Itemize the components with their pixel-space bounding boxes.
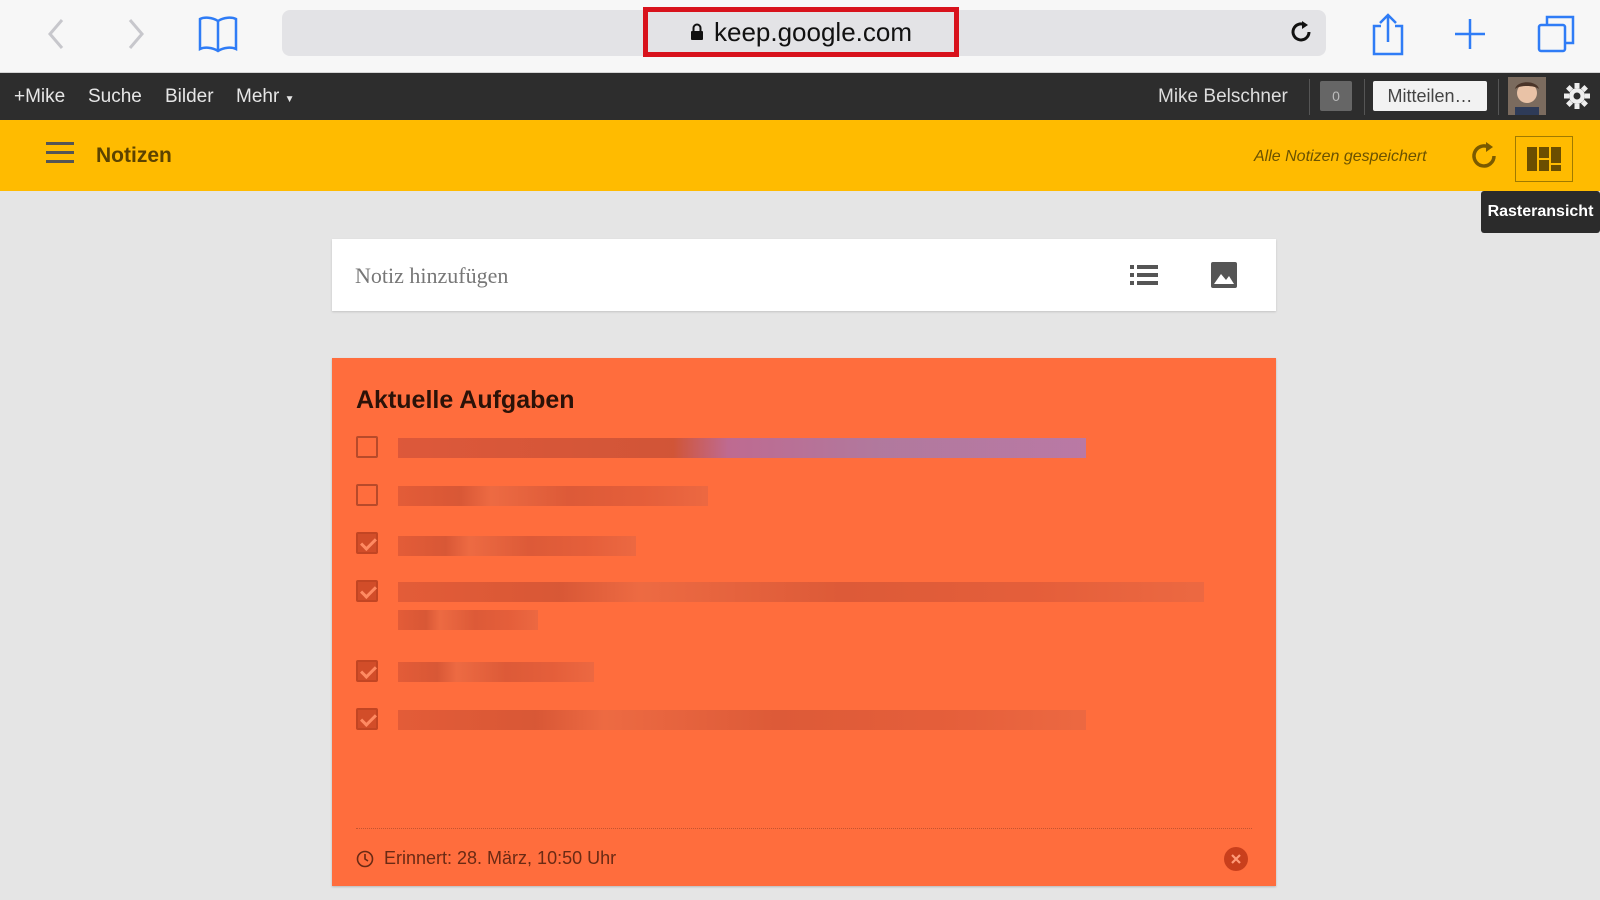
checklist-item-text: V [398, 532, 399, 533]
divider [356, 828, 1252, 829]
chevron-left-icon [48, 19, 64, 49]
pixelated-text [398, 486, 708, 506]
checkbox[interactable] [356, 484, 378, 506]
google-bar: +Mike Suche Bilder Mehr ▼ Mike Belschner… [0, 73, 1600, 120]
divider [1498, 79, 1499, 115]
plus-icon [1455, 19, 1485, 49]
pixelated-text [398, 536, 636, 556]
clock-icon [356, 850, 374, 867]
forward-button[interactable] [116, 14, 156, 54]
back-button[interactable] [36, 14, 76, 54]
gbar-link-images[interactable]: Bilder [165, 86, 214, 108]
checklist-item-text: E [398, 708, 399, 709]
avatar[interactable] [1508, 77, 1546, 115]
close-icon [1231, 854, 1241, 864]
url-highlight-box: keep.google.com [643, 7, 959, 57]
image-icon [1211, 262, 1237, 288]
checkbox[interactable] [356, 436, 378, 458]
reminder-text: Erinnert: 28. März, 10:50 Uhr [384, 848, 617, 868]
menu-icon[interactable] [46, 142, 74, 166]
checkbox-checked[interactable] [356, 532, 378, 554]
tabs-icon [1537, 15, 1575, 53]
save-status: Alle Notizen gespeichert [1254, 148, 1427, 165]
settings-button[interactable] [1562, 81, 1592, 111]
caret-down-icon: ▼ [284, 94, 295, 105]
note-title: Aktuelle Aufgaben [356, 386, 575, 414]
book-icon [198, 16, 238, 53]
keep-header: Notizen Alle Notizen gespeichert [0, 120, 1600, 191]
gbar-link-more[interactable]: Mehr ▼ [236, 86, 294, 108]
add-note-box[interactable]: Notiz hinzufügen [332, 239, 1276, 311]
note-card[interactable]: Aktuelle Aufgaben A Y V E E E Erinnert: … [332, 358, 1276, 886]
checkbox-checked[interactable] [356, 580, 378, 602]
new-tab-button[interactable] [1450, 14, 1490, 54]
grid-view-button[interactable] [1515, 136, 1573, 182]
bookmarks-button[interactable] [196, 14, 240, 54]
grid-view-icon [1527, 147, 1561, 171]
gbar-link-profile[interactable]: +Mike [14, 86, 65, 108]
pixelated-text [398, 610, 538, 630]
reminder-chip[interactable]: Erinnert: 28. März, 10:50 Uhr [356, 848, 616, 869]
share-box-button[interactable]: Mitteilen… [1373, 81, 1487, 111]
remove-reminder-button[interactable] [1224, 847, 1248, 871]
checklist-item-text: A [398, 436, 399, 437]
share-button[interactable] [1368, 13, 1408, 56]
lock-icon [690, 23, 703, 40]
gear-icon [1564, 83, 1590, 109]
list-icon [1130, 265, 1158, 285]
checklist-item-text: E [398, 580, 399, 581]
divider [1364, 79, 1365, 115]
reload-button[interactable] [1283, 14, 1319, 50]
add-note-placeholder[interactable]: Notiz hinzufügen [355, 263, 508, 289]
url-text: keep.google.com [713, 16, 913, 47]
gbar-link-search[interactable]: Suche [88, 86, 142, 108]
refresh-button[interactable] [1468, 140, 1500, 172]
checklist-item-text: Y [398, 484, 399, 485]
reload-icon [1291, 21, 1311, 42]
refresh-icon [1472, 142, 1496, 168]
page-title: Notizen [96, 144, 172, 167]
new-image-note-button[interactable] [1210, 261, 1240, 291]
notification-count[interactable]: 0 [1320, 81, 1352, 111]
user-name[interactable]: Mike Belschner [1158, 86, 1288, 108]
divider [1309, 79, 1310, 115]
avatar-face-icon [1508, 77, 1546, 115]
tabs-button[interactable] [1536, 14, 1576, 54]
browser-toolbar: keep.google.com [0, 0, 1600, 73]
pixelated-text [398, 582, 1204, 602]
new-list-button[interactable] [1128, 259, 1162, 291]
checkbox-checked[interactable] [356, 708, 378, 730]
chevron-right-icon [128, 19, 144, 49]
pixelated-text [398, 662, 594, 682]
share-icon [1372, 13, 1404, 56]
pixelated-text [398, 438, 1086, 458]
checkbox-checked[interactable] [356, 660, 378, 682]
pixelated-text [398, 710, 1086, 730]
gbar-more-label: Mehr [236, 86, 280, 107]
checklist-item-text: E [398, 660, 399, 661]
grid-view-tooltip: Rasteransicht [1481, 191, 1600, 233]
